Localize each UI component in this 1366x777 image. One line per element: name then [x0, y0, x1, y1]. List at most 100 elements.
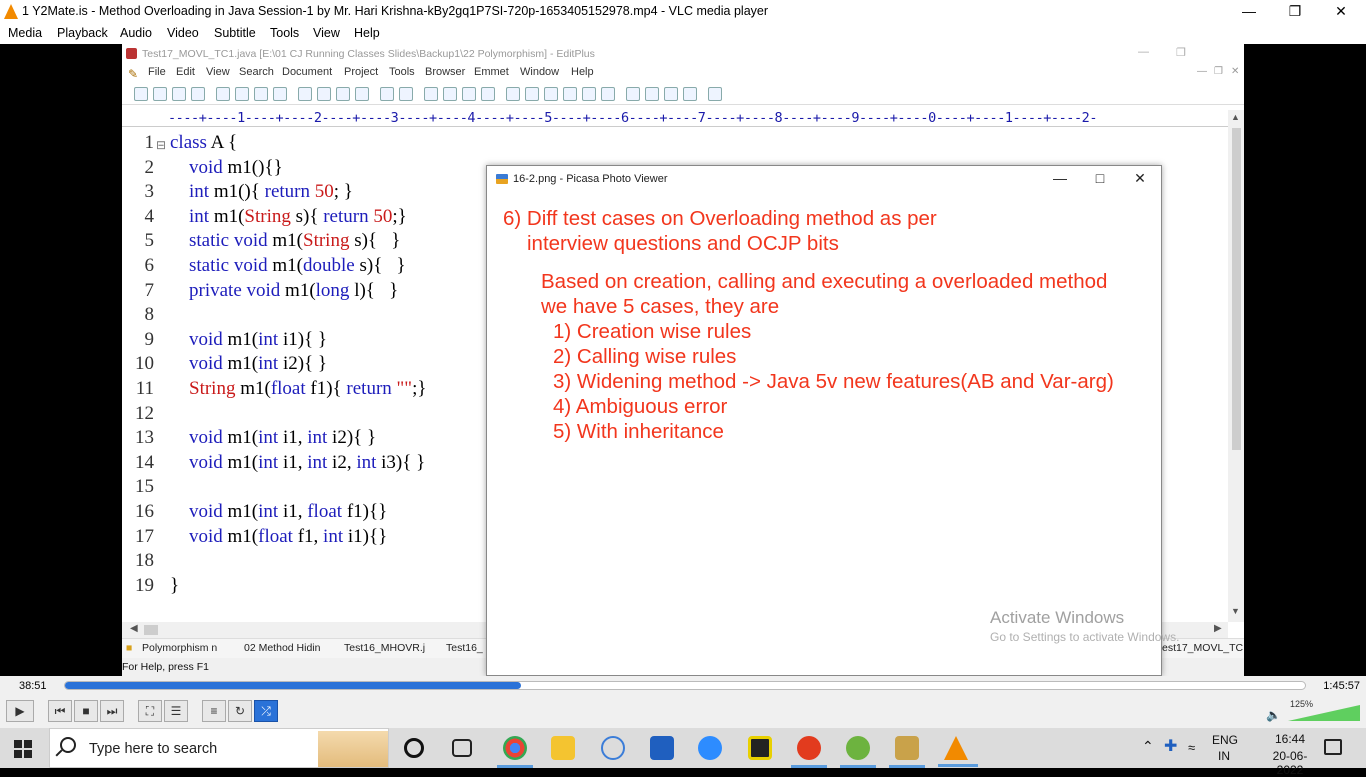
vlc-controls: ▶ ⏮ ■ ⏭ ⛶ ☰ ≡ ↻ ⤮ 🔈 125%: [0, 696, 1366, 728]
minimize-button[interactable]: —: [1226, 0, 1272, 24]
find-in-files-icon: [462, 87, 476, 101]
menu-audio[interactable]: Audio: [120, 26, 152, 40]
wifi-icon[interactable]: ≈: [1188, 740, 1195, 755]
file-tab[interactable]: Test16_: [446, 642, 483, 654]
line-number: 14: [135, 451, 154, 473]
scroll-down-icon[interactable]: ▼: [1231, 606, 1240, 616]
previous-button[interactable]: ⏮: [48, 700, 72, 722]
ep-menu-emmet[interactable]: Emmet: [474, 66, 509, 78]
line-number: 12: [135, 402, 154, 424]
screen-recorder-icon[interactable]: [797, 736, 821, 760]
playlist-button[interactable]: ≡: [202, 700, 226, 722]
line-number: 9: [144, 328, 155, 350]
play-button[interactable]: ▶: [6, 700, 34, 722]
vertical-scrollbar[interactable]: ▲ ▼: [1228, 110, 1244, 622]
chrome-icon[interactable]: [503, 736, 527, 760]
file-tab[interactable]: Polymorphism n: [142, 642, 217, 654]
loop-button[interactable]: ↻: [228, 700, 252, 722]
scroll-left-icon[interactable]: ◀: [130, 623, 138, 634]
cortana-icon[interactable]: [404, 738, 424, 758]
menu-view[interactable]: View: [313, 26, 340, 40]
help-icon: [708, 87, 722, 101]
editplus-restore-icon: ❐: [1176, 47, 1186, 59]
bluetooth-plus-icon[interactable]: ✚: [1164, 736, 1177, 756]
menu-playback[interactable]: Playback: [57, 26, 108, 40]
store-icon[interactable]: [650, 736, 674, 760]
ep-menu-document[interactable]: Document: [282, 66, 332, 78]
picasa-title-bar: 16-2.png - Picasa Photo Viewer — □ ✕: [487, 166, 1161, 194]
editplus-minimize-icon: —: [1138, 46, 1149, 58]
chevron-up-icon[interactable]: ⌃: [1142, 738, 1154, 755]
snipping-tool-icon[interactable]: [601, 736, 625, 760]
line-number: 1: [144, 132, 155, 153]
slide-list-item: 1) Creation wise rules: [553, 320, 752, 343]
ep-menu-search[interactable]: Search: [239, 66, 274, 78]
scroll-up-icon[interactable]: ▲: [1231, 112, 1240, 122]
close-button[interactable]: ✕: [1318, 0, 1364, 24]
watermark-title: Activate Windows: [990, 608, 1125, 627]
picasa-maximize-icon: □: [1095, 170, 1105, 186]
editplus-window-title: Test17_MOVL_TC1.java [E:\01 CJ Running C…: [142, 48, 595, 60]
menu-help[interactable]: Help: [354, 26, 380, 40]
ep-menu-edit[interactable]: Edit: [176, 66, 195, 78]
line-number: 13: [135, 427, 154, 449]
taskbar-search-box[interactable]: Type here to search: [49, 728, 389, 768]
spring-tool-icon[interactable]: [846, 736, 870, 760]
vlc-menu-bar: Media Playback Audio Video Subtitle Tool…: [0, 24, 1366, 44]
menu-tools[interactable]: Tools: [270, 26, 299, 40]
menu-subtitle[interactable]: Subtitle: [214, 26, 256, 40]
extended-settings-button[interactable]: ☰: [164, 700, 188, 722]
scroll-right-icon[interactable]: ▶: [1214, 623, 1222, 634]
vlc-cone-icon: [4, 4, 18, 19]
code-line: static void m1(double s){ }: [189, 255, 406, 276]
line-number: 3: [144, 181, 155, 203]
code-line: private void m1(long l){ }: [189, 279, 399, 301]
region-code[interactable]: IN: [1218, 749, 1230, 763]
notification-icon[interactable]: [1324, 739, 1342, 755]
code-line: void m1(){}: [189, 156, 283, 178]
line-number: 11: [135, 378, 154, 399]
line-number: 5: [144, 230, 155, 252]
shuffle-button[interactable]: ⤮: [254, 700, 278, 722]
zoom-icon[interactable]: [698, 736, 722, 760]
file-tab[interactable]: Test16_MHOVR.j: [344, 642, 425, 654]
vlc-taskbar-icon[interactable]: [944, 736, 968, 760]
menu-media[interactable]: Media: [8, 26, 42, 40]
print-icon: [235, 87, 249, 101]
editplus-taskbar-icon[interactable]: [895, 736, 919, 760]
spellcheck-icon: [254, 87, 268, 101]
next-button[interactable]: ⏭: [100, 700, 124, 722]
windows-start-icon[interactable]: [14, 740, 32, 758]
cut-icon: [298, 87, 312, 101]
system-clock[interactable]: 16:44 20-06-2022: [1260, 732, 1320, 777]
browser-icon: [273, 87, 287, 101]
speaker-icon[interactable]: 🔈: [1266, 708, 1281, 722]
ep-menu-view[interactable]: View: [206, 66, 230, 78]
sticky-notes-icon[interactable]: [748, 736, 772, 760]
ep-menu-window[interactable]: Window: [520, 66, 559, 78]
menu-video[interactable]: Video: [167, 26, 199, 40]
search-placeholder: Type here to search: [89, 741, 218, 757]
print-preview-icon: [216, 87, 230, 101]
fold-toggle-icon[interactable]: ⊟: [156, 138, 166, 152]
file-tab[interactable]: 02 Method Hidin: [244, 642, 320, 654]
restore-button[interactable]: ❐: [1272, 0, 1318, 24]
file-explorer-icon[interactable]: [551, 736, 575, 760]
stop-button[interactable]: ■: [74, 700, 98, 722]
ep-menu-file[interactable]: File: [148, 66, 166, 78]
line-number: 18: [135, 550, 154, 572]
vertical-scroll-thumb[interactable]: [1232, 128, 1241, 450]
ep-menu-browser[interactable]: Browser: [425, 66, 465, 78]
task-view-icon[interactable]: [452, 739, 472, 757]
line-number-gutter: 1 ⊟ 2 3 4 5 6 7 8 9 10 11 12 13 14 15 16 17 18 19: [122, 128, 168, 620]
language-code[interactable]: ENG: [1212, 733, 1238, 747]
seek-slider[interactable]: [64, 681, 1306, 690]
pen-icon: ✎: [128, 67, 139, 81]
code-line: void m1(int i1, int i2){ }: [189, 427, 377, 449]
ep-menu-project[interactable]: Project: [344, 66, 378, 78]
horizontal-scroll-thumb[interactable]: [144, 625, 158, 635]
fullscreen-button[interactable]: ⛶: [138, 700, 162, 722]
ep-menu-help[interactable]: Help: [571, 66, 594, 78]
seek-progress: [65, 682, 522, 689]
ep-menu-tools[interactable]: Tools: [389, 66, 415, 78]
